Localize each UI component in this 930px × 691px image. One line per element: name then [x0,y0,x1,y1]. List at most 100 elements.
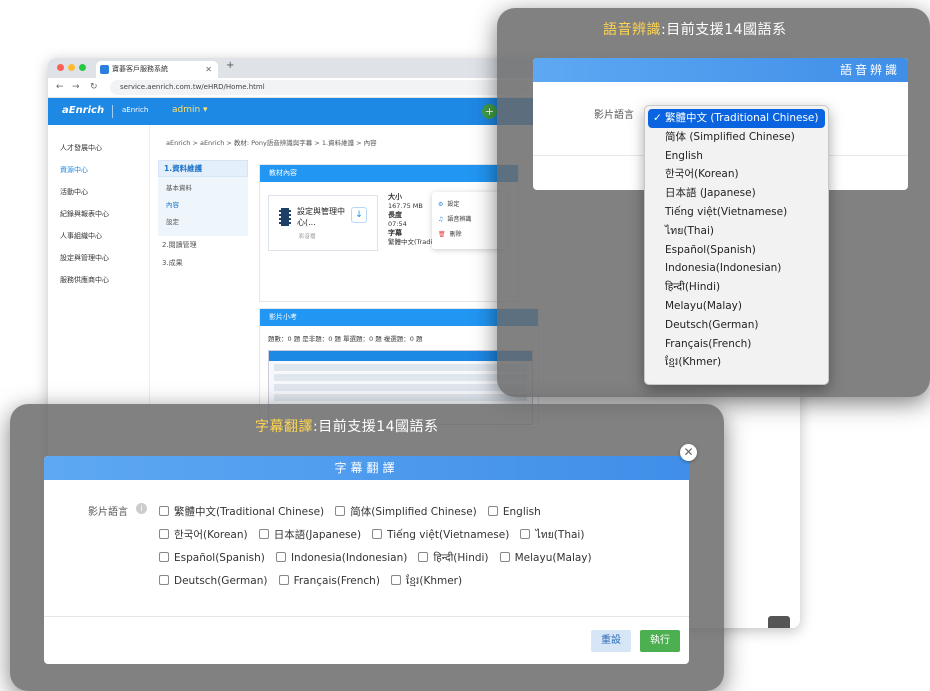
checkbox-malay[interactable]: Melayu(Malay) [499,547,592,569]
checkbox-simplified-chinese[interactable]: 简体(Simplified Chinese) [335,501,477,523]
menu-item-delete[interactable]: 🗑 刪除 [438,227,500,242]
option-simplified-chinese[interactable]: 简体 (Simplified Chinese) [645,128,828,147]
step-2[interactable]: 2.閱讀管理 [158,236,248,254]
language-checkbox-group: 繁體中文(Traditional Chinese) 简体(Simplified … [159,500,629,592]
download-icon[interactable]: ↓ [351,207,367,223]
size-label: 大小 [388,193,402,201]
sidebar-item-talent[interactable]: 人才發展中心 [48,137,149,159]
video-context-menu: ⚙ 設定 ♫ 語音辨識 🗑 刪除 [432,192,506,249]
waveform-icon: ♫ [438,216,444,223]
subtitle-translation-callout: 字幕翻譯:目前支援14國語系 字幕翻譯 影片語言 i 繁體中文(Traditio… [10,404,724,691]
checkbox-hindi[interactable]: हिन्दी(Hindi) [418,547,489,569]
option-german[interactable]: Deutsch(German) [645,316,828,335]
checkbox-german[interactable]: Deutsch(German) [159,570,267,592]
sub-basic-info[interactable]: 基本資料 [158,180,248,197]
app-logo[interactable]: aEnrich [62,105,104,116]
callout-title-1: 語音辨識:目前支援14國語系 [603,22,787,38]
breadcrumb: aEnrich > aEnrich > 教材: Pony語音辨識與字幕 > 1.… [166,139,377,147]
step-1-subitems: 基本資料 內容 設定 [158,177,248,236]
favicon-icon [100,65,109,74]
language-dropdown[interactable]: ✓ 繁體中文 (Traditional Chinese) 简体 (Simplifi… [644,105,829,385]
step-3[interactable]: 3.成果 [158,254,248,272]
run-button[interactable]: 執行 [640,630,680,652]
sub-settings[interactable]: 設定 [158,214,248,231]
checkbox-japanese[interactable]: 日本語(Japanese) [258,524,361,546]
checkbox-english[interactable]: English [487,501,541,523]
checkbox-vietnamese[interactable]: Tiếng việt(Vietnamese) [372,524,509,546]
option-thai[interactable]: ไทย(Thai) [645,222,828,241]
forward-icon[interactable]: → [72,82,80,92]
user-menu[interactable]: admin ▾ [172,105,208,115]
option-khmer[interactable]: ខ្មែរ(Khmer) [645,353,828,372]
option-japanese[interactable]: 日本語 (Japanese) [645,184,828,203]
sub-content[interactable]: 內容 [158,197,248,214]
reset-button[interactable]: 重設 [591,630,631,652]
checkbox-khmer[interactable]: ខ្មែរ(Khmer) [391,570,462,592]
back-icon[interactable]: ← [56,82,64,92]
sidebar-item-settings[interactable]: 設定與管理中心 [48,247,149,269]
checkbox-korean[interactable]: 한국어(Korean) [159,524,248,546]
subtitle-label: 字幕 [388,229,402,237]
size-value: 167.75 MB [388,202,423,210]
step-nav: 1.資料維護 基本資料 內容 設定 2.閱讀管理 3.成果 [158,160,248,310]
add-icon[interactable]: + [482,104,497,119]
option-malay[interactable]: Melayu(Malay) [645,297,828,316]
org-name: aEnrich [122,106,149,114]
option-spanish[interactable]: Español(Spanish) [645,241,828,260]
scroll-control[interactable] [768,616,790,628]
screenshot-stage: 寶碁客戶服務系統 ✕ + ← → ↻ service.aenrich.com.t… [0,0,930,691]
video-title: 設定與管理中心(... [297,207,345,227]
video-language-label: 影片語言 [88,507,128,518]
content-panel: 教材內容 設定與管理中心(... 影音檔 ↓ 大小 167.75 MB 長度 0… [259,164,519,302]
embedded-bar [269,351,532,361]
length-label: 長度 [388,211,402,219]
url-field[interactable]: service.aenrich.com.tw/eHRD/Home.html [110,80,530,95]
menu-item-settings[interactable]: ⚙ 設定 [438,197,500,212]
minimize-window-dot[interactable] [68,64,75,71]
checkbox-traditional-chinese[interactable]: 繁體中文(Traditional Chinese) [159,501,324,523]
quiz-summary: 題數：0 題 是非題：0 題 單選題：0 題 複選題：0 題 [268,335,423,343]
option-french[interactable]: Français(French) [645,335,828,354]
sidebar-item-resources[interactable]: 資源中心 [48,159,149,181]
gear-icon: ⚙ [438,201,444,208]
content-panel-title: 教材內容 [260,165,518,182]
tab-close-icon[interactable]: ✕ [205,61,212,78]
sidebar-item-hr[interactable]: 人事組織中心 [48,225,149,247]
check-icon: ✓ [653,112,662,124]
checkbox-spanish[interactable]: Español(Spanish) [159,547,265,569]
subtitle-translation-dialog: 字幕翻譯 影片語言 i 繁體中文(Traditional Chinese) 简体… [44,456,689,664]
step-1[interactable]: 1.資料維護 [158,160,248,177]
option-english[interactable]: English [645,147,828,166]
speech-recognition-callout: 語音辨識:目前支援14國語系 語音辨識 影片語言 ✓ 繁體中文 (Traditio… [497,8,930,397]
length-value: 07:54 [388,220,407,228]
checkbox-thai[interactable]: ไทย(Thai) [520,524,584,546]
close-icon[interactable]: ✕ [680,444,697,461]
video-type: 影音檔 [299,234,316,240]
sidebar-item-activities[interactable]: 活動中心 [48,181,149,203]
option-indonesian[interactable]: Indonesia(Indonesian) [645,259,828,278]
sidebar-item-reports[interactable]: 紀錄與報表中心 [48,203,149,225]
option-hindi[interactable]: हिन्दी(Hindi) [645,278,828,297]
tab-title: 寶碁客戶服務系統 [112,65,168,73]
trash-icon: 🗑 [438,231,446,238]
video-card[interactable]: 設定與管理中心(... 影音檔 ↓ [268,195,378,251]
new-tab-icon[interactable]: + [226,60,234,71]
dialog-title: 字幕翻譯 [44,456,689,480]
checkbox-french[interactable]: Français(French) [278,570,380,592]
header-divider [112,105,113,118]
option-traditional-chinese[interactable]: ✓ 繁體中文 (Traditional Chinese) [648,109,825,128]
browser-tab[interactable]: 寶碁客戶服務系統 ✕ [96,61,218,78]
film-icon [279,208,291,226]
sidebar-item-vendors[interactable]: 服務供應商中心 [48,269,149,291]
close-window-dot[interactable] [57,64,64,71]
maximize-window-dot[interactable] [79,64,86,71]
reload-icon[interactable]: ↻ [90,82,98,92]
option-korean[interactable]: 한국어(Korean) [645,165,828,184]
checkbox-indonesian[interactable]: Indonesia(Indonesian) [275,547,407,569]
dialog-title: 語音辨識 [533,58,908,82]
menu-item-speech-recognition[interactable]: ♫ 語音辨識 [438,212,500,227]
option-vietnamese[interactable]: Tiếng việt(Vietnamese) [645,203,828,222]
callout-title-2: 字幕翻譯:目前支援14國語系 [255,419,439,435]
video-language-label: 影片語言 [594,110,634,121]
info-icon[interactable]: i [136,503,147,514]
